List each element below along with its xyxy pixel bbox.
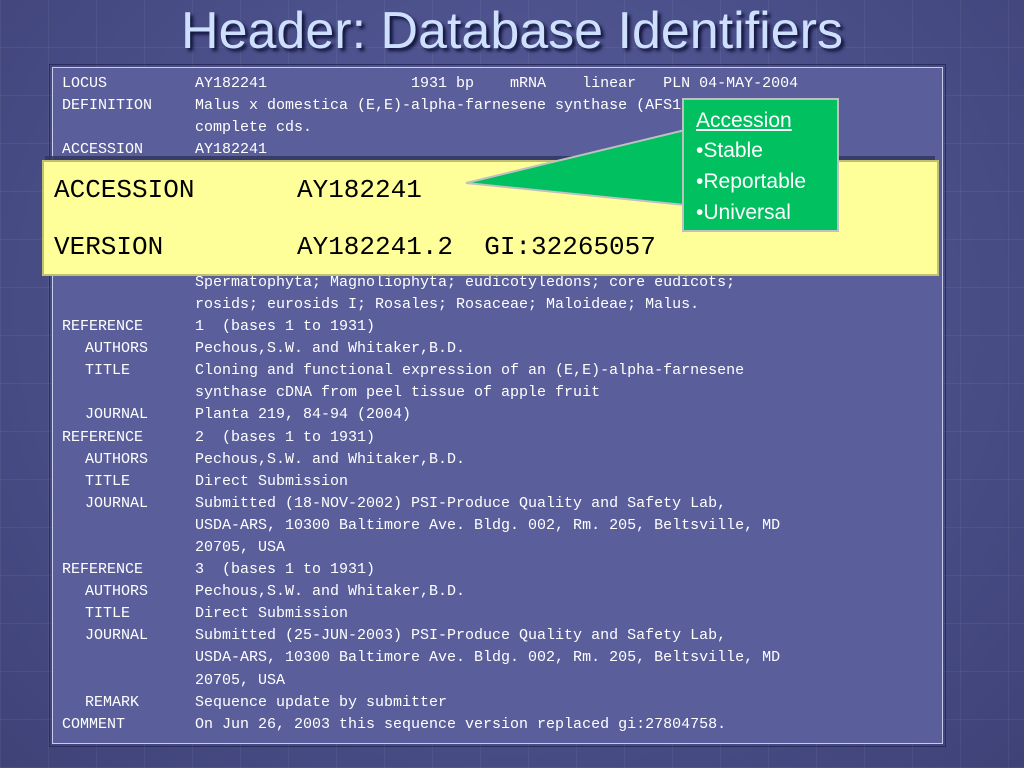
record-field-key: AUTHORS	[85, 450, 149, 468]
record-line: JOURNAL Submitted (18-NOV-2002) PSI-Produ…	[62, 493, 942, 515]
record-line: TITLE Cloning and functional expression o…	[62, 360, 942, 382]
record-line: USDA-ARS, 10300 Baltimore Ave. Bldg. 002…	[62, 515, 942, 537]
record-field-key: REMARK	[85, 693, 140, 711]
record-field-key: REFERENCE	[62, 561, 144, 579]
record-field-key	[62, 117, 195, 139]
record-field-value: Planta 219, 84-94 (2004)	[195, 406, 412, 424]
record-line: LOCUS AY182241 1931 bp mRNA linear PLN 04…	[62, 73, 942, 95]
record-field-value: synthase cDNA from peel tissue of apple …	[195, 384, 601, 402]
record-field-value: 3 (bases 1 to 1931)	[195, 561, 376, 579]
record-line: REFERENCE 2 (bases 1 to 1931)	[62, 427, 942, 449]
version-value: AY182241.2 GI:32265057	[297, 232, 656, 262]
record-field-value: Submitted (25-JUN-2003) PSI-Produce Qual…	[195, 627, 727, 645]
record-field-value: 1 (bases 1 to 1931)	[195, 318, 376, 336]
record-line: REFERENCE 3 (bases 1 to 1931)	[62, 559, 942, 581]
record-field-value: Submitted (18-NOV-2002) PSI-Produce Qual…	[195, 494, 727, 512]
record-field-key	[62, 515, 195, 537]
record-field-value: rosids; eurosids I; Rosales; Rosaceae; M…	[195, 295, 700, 313]
record-line: JOURNAL Submitted (25-JUN-2003) PSI-Produ…	[62, 625, 942, 647]
record-field-key: JOURNAL	[85, 627, 149, 645]
record-field-value: Direct Submission	[195, 605, 349, 623]
record-line: REMARK Sequence update by submitter	[62, 692, 942, 714]
record-line: synthase cDNA from peel tissue of apple …	[62, 382, 942, 404]
record-field-value: 20705, USA	[195, 671, 286, 689]
record-field-value: AY182241 1931 bp mRNA linear PLN 04-MAY-…	[195, 75, 799, 92]
record-field-value: Pechous,S.W. and Whitaker,B.D.	[195, 583, 466, 601]
record-line: 20705, USA	[62, 537, 942, 559]
record-field-value: USDA-ARS, 10300 Baltimore Ave. Bldg. 002…	[195, 649, 781, 667]
record-line: USDA-ARS, 10300 Baltimore Ave. Bldg. 002…	[62, 647, 942, 669]
record-field-value: Pechous,S.W. and Whitaker,B.D.	[195, 450, 466, 468]
record-field-value: 2 (bases 1 to 1931)	[195, 428, 376, 446]
callout-item-stable: Stable	[696, 135, 837, 166]
record-field-key: AUTHORS	[85, 340, 149, 358]
record-field-key: JOURNAL	[85, 406, 149, 424]
version-key: VERSION	[54, 232, 164, 262]
record-field-key: REFERENCE	[62, 318, 144, 336]
record-field-key: COMMENT	[62, 715, 126, 733]
record-line: REFERENCE 1 (bases 1 to 1931)	[62, 316, 942, 338]
record-field-value: 20705, USA	[195, 538, 286, 556]
callout-heading: Accession	[696, 109, 792, 132]
accession-key: ACCESSION	[54, 175, 195, 205]
callout-item-reportable: Reportable	[696, 166, 837, 197]
accession-value: AY182241	[297, 175, 422, 205]
accession-callout: Accession Stable Reportable Universal	[682, 98, 839, 232]
record-line: AUTHORS Pechous,S.W. and Whitaker,B.D.	[62, 581, 942, 603]
record-field-key: TITLE	[85, 605, 131, 623]
record-field-value: Cloning and functional expression of an …	[195, 362, 745, 380]
record-field-key: JOURNAL	[85, 494, 149, 512]
record-field-value: Pechous,S.W. and Whitaker,B.D.	[195, 340, 466, 358]
record-field-value: USDA-ARS, 10300 Baltimore Ave. Bldg. 002…	[195, 516, 781, 534]
record-line: rosids; eurosids I; Rosales; Rosaceae; M…	[62, 294, 942, 316]
record-line: TITLE Direct Submission	[62, 603, 942, 625]
record-field-key: REFERENCE	[62, 428, 144, 446]
record-field-key	[62, 647, 195, 669]
record-field-key: TITLE	[85, 472, 131, 490]
slide-title: Header: Database Identifiers	[181, 2, 843, 60]
record-line: TITLE Direct Submission	[62, 471, 942, 493]
record-line: 20705, USA	[62, 670, 942, 692]
callout-item-universal: Universal	[696, 197, 837, 228]
record-line: AUTHORS Pechous,S.W. and Whitaker,B.D.	[62, 449, 942, 471]
record-field-value: On Jun 26, 2003 this sequence version re…	[195, 715, 727, 733]
record-line: JOURNAL Planta 219, 84-94 (2004)	[62, 404, 942, 426]
record-field-key	[62, 670, 195, 692]
record-field-key	[62, 537, 195, 559]
record-field-key: LOCUS	[62, 75, 108, 92]
version-line: VERSION AY182241.2 GI:32265057	[54, 231, 937, 288]
record-field-key	[62, 294, 195, 316]
record-field-key: AUTHORS	[85, 583, 149, 601]
record-field-key: DEFINITION	[62, 97, 153, 115]
record-field-value: Direct Submission	[195, 472, 349, 490]
record-line: COMMENT On Jun 26, 2003 this sequence ver…	[62, 714, 942, 736]
record-field-key	[62, 382, 195, 404]
record-field-key: TITLE	[85, 362, 131, 380]
record-line: AUTHORS Pechous,S.W. and Whitaker,B.D.	[62, 338, 942, 360]
record-field-value: Sequence update by submitter	[195, 693, 448, 711]
